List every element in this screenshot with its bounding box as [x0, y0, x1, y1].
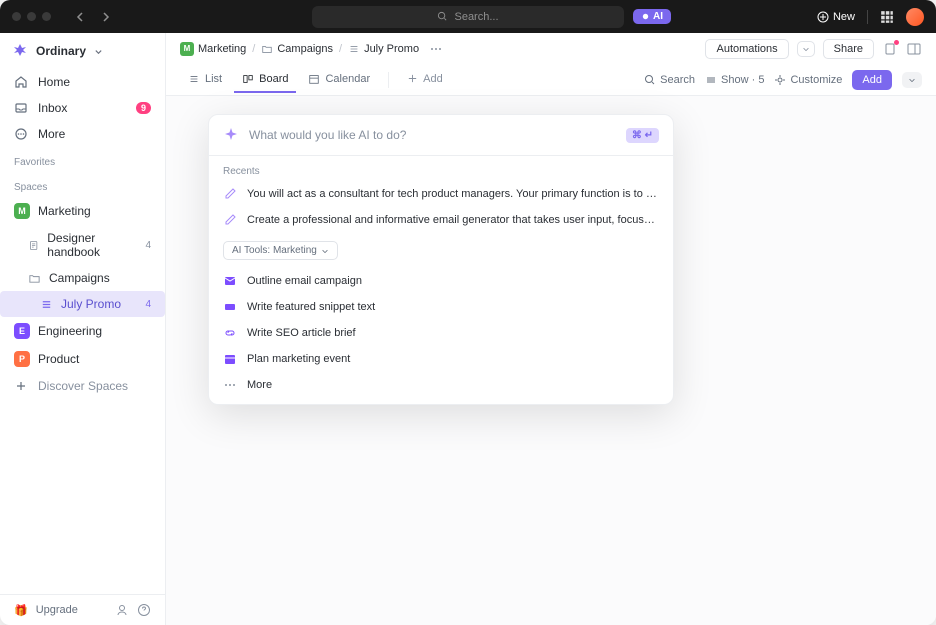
card-icon: [223, 300, 237, 314]
workspace-switcher[interactable]: Ordinary: [0, 33, 165, 69]
crumb-list[interactable]: July Promo: [348, 43, 419, 55]
favorites-label: Favorites: [0, 147, 165, 172]
mail-icon: [223, 274, 237, 288]
plus-icon: [14, 379, 28, 393]
space-badge: E: [14, 323, 30, 339]
automations-caret[interactable]: [797, 41, 815, 57]
ai-tool-outline-email[interactable]: Outline email campaign: [209, 268, 673, 294]
folder-icon: [28, 272, 41, 285]
ai-tool-snippet[interactable]: Write featured snippet text: [209, 294, 673, 320]
window-controls: [12, 12, 51, 21]
add-task-caret[interactable]: [902, 72, 922, 88]
global-search[interactable]: Search...: [312, 6, 624, 28]
space-engineering[interactable]: E Engineering: [0, 317, 165, 345]
sidebar-item-inbox[interactable]: Inbox 9: [0, 95, 165, 121]
doc-icon: [28, 239, 39, 252]
tab-board[interactable]: Board: [234, 67, 296, 93]
tree-july-promo[interactable]: July Promo 4: [0, 291, 165, 317]
customize-view[interactable]: Customize: [774, 74, 842, 86]
breadcrumb: M Marketing / Campaigns / July Promo Aut…: [166, 33, 936, 64]
inbox-badge: 9: [136, 102, 151, 114]
notifications-icon[interactable]: [882, 41, 898, 57]
space-product[interactable]: P Product: [0, 345, 165, 373]
pencil-icon: [223, 187, 237, 201]
sidebar-item-more[interactable]: More: [0, 121, 165, 147]
add-task-button[interactable]: Add: [852, 70, 892, 90]
view-tabs: List Board Calendar Add: [166, 64, 936, 96]
tab-list[interactable]: List: [180, 67, 230, 93]
link-icon: [223, 326, 237, 340]
space-marketing[interactable]: M Marketing: [0, 197, 165, 225]
ai-pill[interactable]: AI: [633, 9, 671, 24]
apps-icon[interactable]: [880, 10, 894, 24]
crumb-space[interactable]: M Marketing: [180, 42, 246, 56]
search-view[interactable]: Search: [644, 74, 695, 86]
ai-panel: ⌘ ↵ Recents You will act as a consultant…: [208, 114, 674, 405]
ai-tool-plan-event[interactable]: Plan marketing event: [209, 346, 673, 372]
spaces-label: Spaces: [0, 172, 165, 197]
avatar[interactable]: [906, 8, 924, 26]
sparkle-icon: [223, 127, 239, 143]
tab-add-view[interactable]: Add: [399, 67, 451, 93]
shortcut-badge: ⌘ ↵: [626, 128, 659, 143]
recent-prompt[interactable]: Create a professional and informative em…: [209, 207, 673, 233]
recents-label: Recents: [209, 156, 673, 181]
chevron-down-icon: [94, 47, 103, 56]
tab-calendar[interactable]: Calendar: [300, 67, 378, 93]
dots-icon: [223, 378, 237, 392]
sidebar-toggle-icon[interactable]: [906, 41, 922, 57]
upgrade-link[interactable]: Upgrade: [36, 604, 78, 616]
tree-campaigns[interactable]: Campaigns: [0, 265, 165, 291]
discover-spaces[interactable]: Discover Spaces: [0, 373, 165, 399]
space-badge: M: [14, 203, 30, 219]
inbox-icon: [14, 101, 28, 115]
forward-button[interactable]: [95, 7, 115, 27]
list-icon: [40, 298, 53, 311]
search-placeholder: Search...: [454, 11, 498, 23]
minimize-dot[interactable]: [27, 12, 36, 21]
upgrade-icon: 🎁: [14, 604, 28, 617]
more-icon: [14, 127, 28, 141]
crumb-folder[interactable]: Campaigns: [261, 43, 333, 55]
tree-designer-handbook[interactable]: Designer handbook 4: [0, 225, 165, 265]
help-icon[interactable]: [137, 603, 151, 617]
more-icon[interactable]: [429, 42, 443, 56]
new-button[interactable]: New: [817, 11, 855, 23]
sidebar-item-home[interactable]: Home: [0, 69, 165, 95]
invite-icon[interactable]: [115, 603, 129, 617]
space-badge: P: [14, 351, 30, 367]
share-button[interactable]: Share: [823, 39, 874, 59]
pencil-icon: [223, 213, 237, 227]
ai-tool-seo-brief[interactable]: Write SEO article brief: [209, 320, 673, 346]
ai-prompt-input[interactable]: [249, 128, 616, 142]
close-dot[interactable]: [12, 12, 21, 21]
calendar-icon: [223, 352, 237, 366]
show-columns[interactable]: Show · 5: [705, 74, 764, 86]
home-icon: [14, 75, 28, 89]
ai-tools-selector[interactable]: AI Tools: Marketing: [223, 241, 338, 260]
recent-prompt[interactable]: You will act as a consultant for tech pr…: [209, 181, 673, 207]
sidebar: Ordinary Home Inbox 9 More Favorites Spa…: [0, 33, 166, 625]
ai-more[interactable]: More: [209, 372, 673, 404]
automations-button[interactable]: Automations: [705, 39, 788, 59]
back-button[interactable]: [71, 7, 91, 27]
maximize-dot[interactable]: [42, 12, 51, 21]
titlebar: Search... AI New: [0, 0, 936, 33]
workspace-logo-icon: [12, 43, 28, 59]
